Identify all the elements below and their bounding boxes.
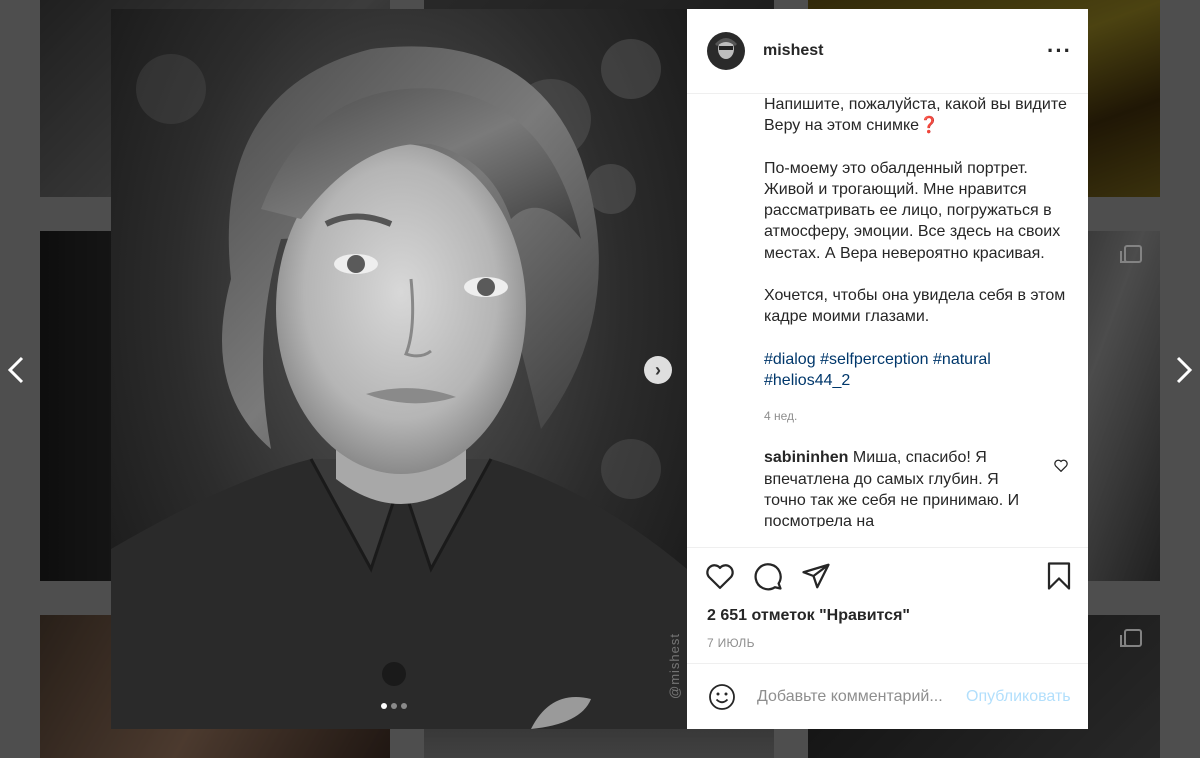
post-modal: › @mishest mishest ··· Напишите, пожалуй… — [111, 9, 1088, 729]
portrait-image — [111, 39, 687, 729]
post-date[interactable]: 7 ИЮЛЬ — [687, 631, 1088, 663]
post-sidebar: mishest ··· Напишите, пожалуйста, какой … — [687, 9, 1088, 729]
hashtag-link[interactable]: #dialog — [764, 351, 816, 368]
caption-paragraph: Напишите, пожалуйста, какой вы видите Ве… — [764, 96, 1067, 135]
post-time-ago[interactable]: 4 нед. — [764, 409, 1068, 423]
photo-watermark: @mishest — [667, 633, 682, 699]
hashtag-link[interactable]: #natural — [933, 351, 991, 368]
caption-paragraph: Хочется, чтобы она увидела себя в этом к… — [764, 287, 1066, 326]
carousel-dot — [391, 703, 397, 709]
comments-section: Напишите, пожалуйста, какой вы видите Ве… — [687, 94, 1088, 547]
hashtags: #dialog #selfperception #natural #helios… — [764, 349, 1068, 392]
next-post-button[interactable] — [1172, 352, 1196, 388]
bookmark-icon — [1047, 561, 1071, 590]
post-photo[interactable]: › @mishest — [111, 9, 687, 729]
share-button[interactable] — [801, 562, 831, 590]
emoji-icon — [709, 683, 735, 710]
comment-composer: Опубликовать — [687, 663, 1088, 729]
emoji-button[interactable] — [707, 682, 737, 712]
previous-post-button[interactable] — [4, 352, 28, 388]
avatar-image — [707, 32, 745, 70]
more-horizontal-icon[interactable]: ··· — [1047, 38, 1072, 64]
caption-paragraph: По-моему это обалденный портрет. Живой и… — [764, 159, 1061, 262]
like-button[interactable] — [705, 562, 735, 590]
carousel-indicators — [381, 703, 407, 709]
chevron-right-icon — [1176, 356, 1193, 384]
comment-input[interactable] — [755, 686, 966, 707]
comment-item: sabininhen Миша, спасибо! Я впечатлена д… — [764, 447, 1068, 527]
commenter-username[interactable]: sabininhen — [764, 449, 848, 466]
heart-icon — [706, 563, 734, 589]
carousel-dot — [401, 703, 407, 709]
heart-icon — [1054, 459, 1068, 473]
comment-icon — [754, 562, 782, 590]
save-button[interactable] — [1046, 561, 1072, 591]
publish-button[interactable]: Опубликовать — [966, 688, 1071, 706]
chevron-left-icon — [7, 356, 24, 384]
carousel-dot — [381, 703, 387, 709]
author-avatar[interactable] — [707, 32, 745, 70]
likes-count[interactable]: 2 651 отметок "Нравится" — [687, 604, 1088, 628]
post-header: mishest ··· — [687, 9, 1088, 94]
hashtag-link[interactable]: #helios44_2 — [764, 372, 850, 389]
author-username[interactable]: mishest — [763, 42, 823, 60]
hashtag-link[interactable]: #selfperception — [820, 351, 929, 368]
comment-button[interactable] — [753, 561, 783, 591]
share-icon — [802, 563, 830, 588]
carousel-next-button[interactable]: › — [644, 356, 672, 384]
like-comment-icon[interactable] — [1054, 457, 1068, 478]
post-caption: Напишите, пожалуйста, какой вы видите Ве… — [764, 94, 1068, 391]
post-actions — [687, 547, 1088, 603]
